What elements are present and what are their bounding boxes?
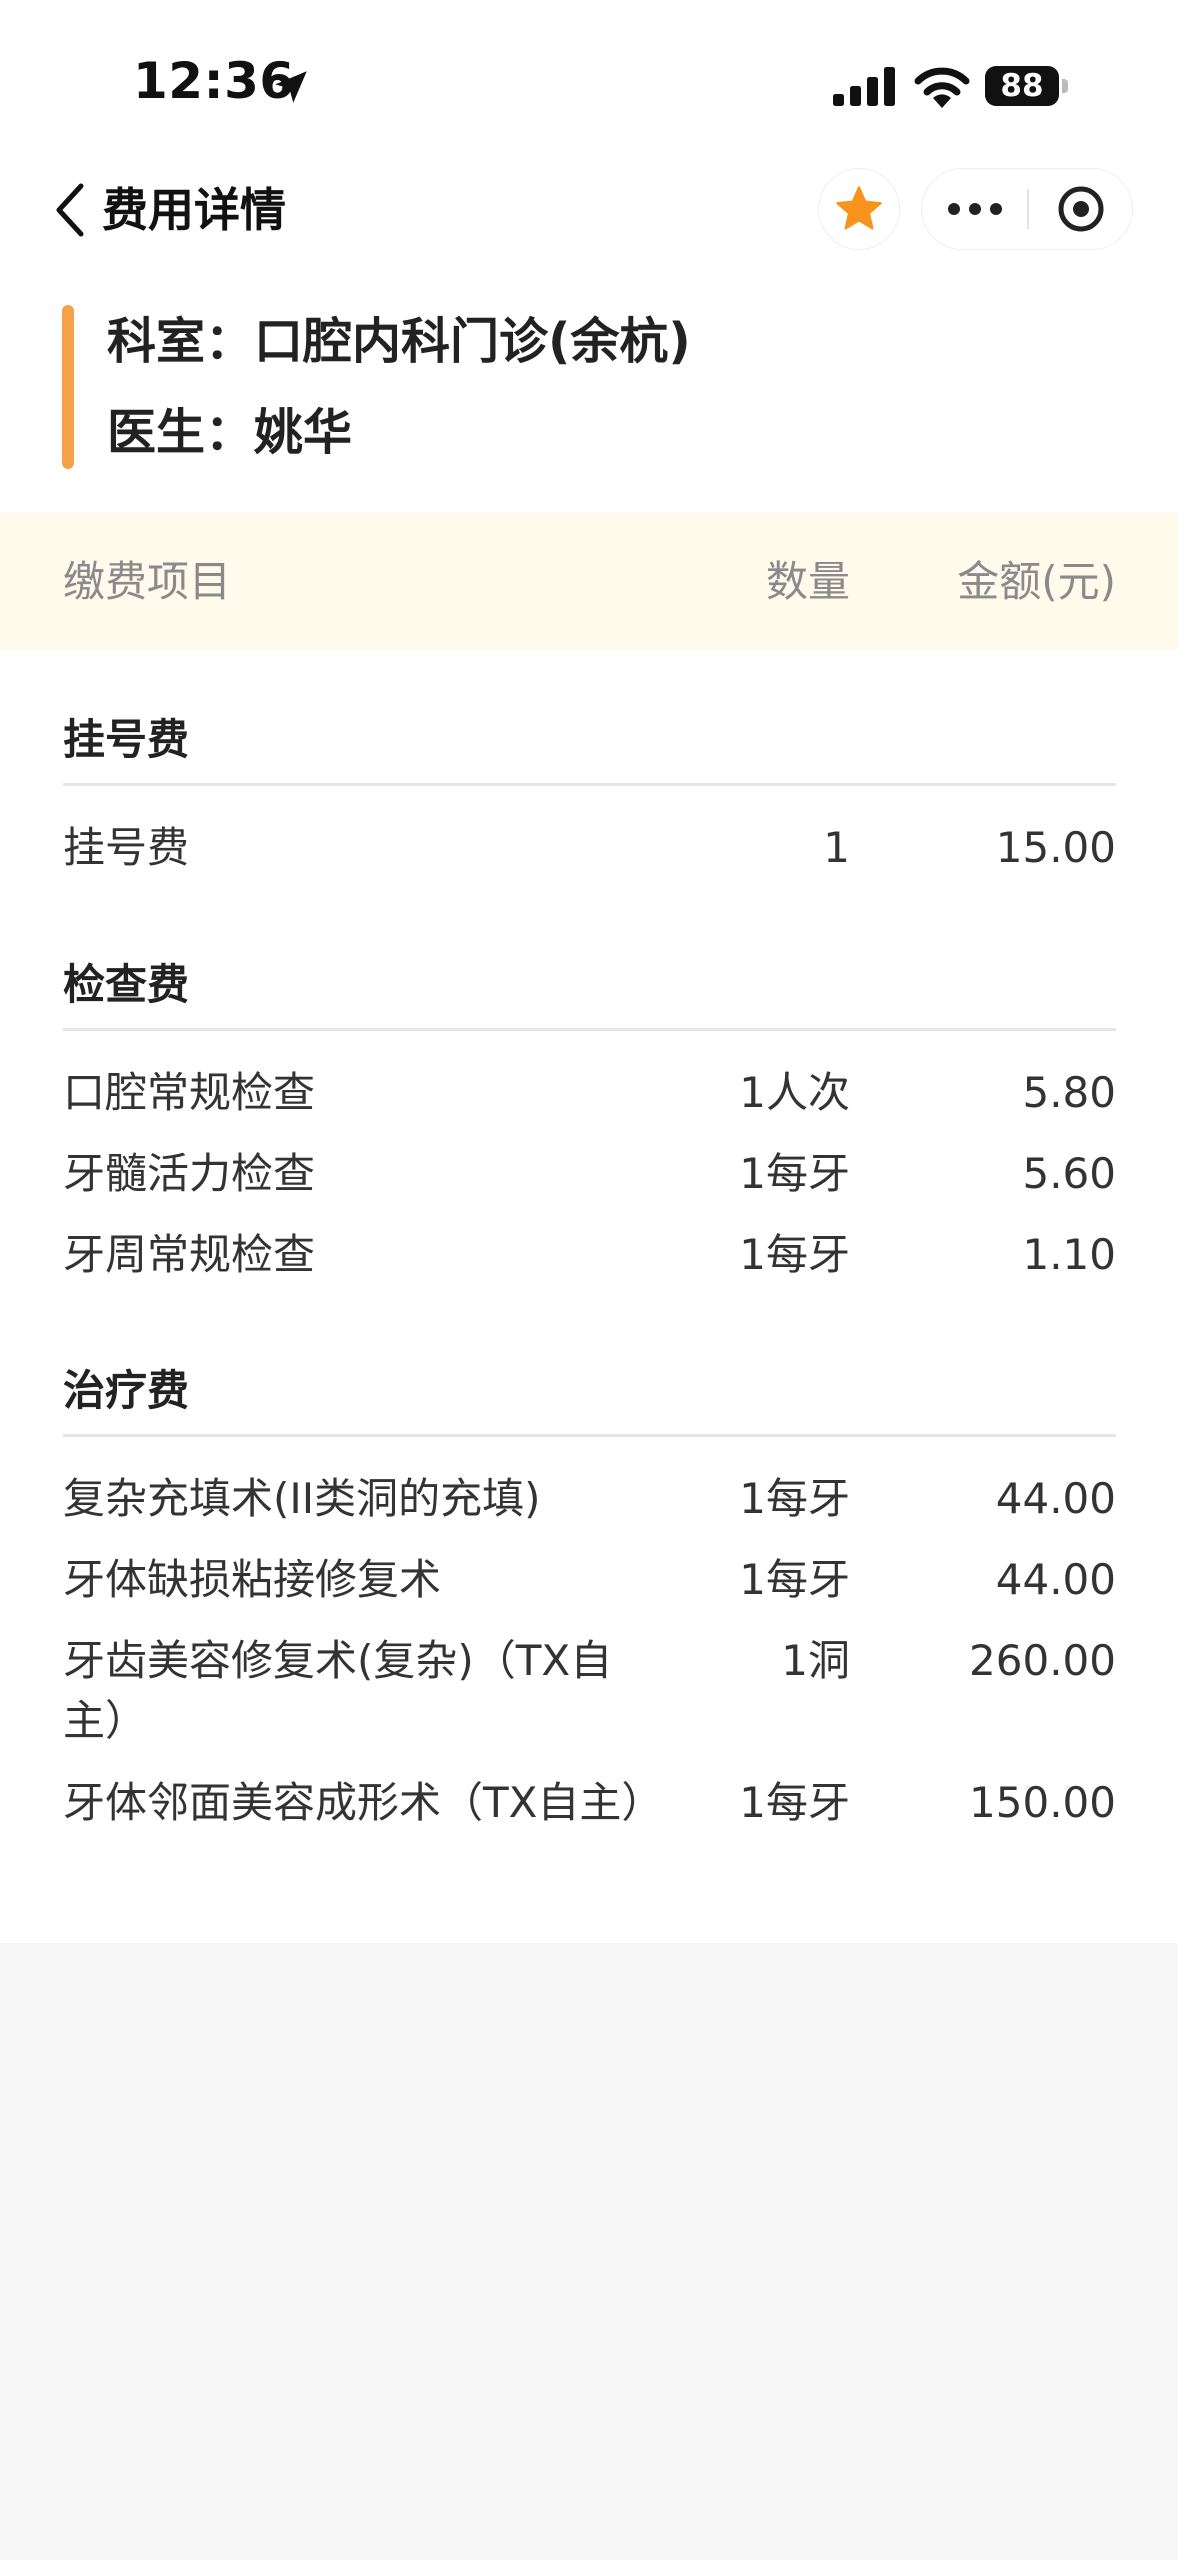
close-button[interactable] bbox=[1029, 169, 1132, 249]
miniapp-capsule bbox=[921, 168, 1133, 250]
section-title-registration: 挂号费 bbox=[63, 715, 190, 764]
info-accent-bar bbox=[62, 305, 74, 469]
section-divider bbox=[63, 1434, 1116, 1437]
location-arrow-icon bbox=[275, 71, 307, 103]
row-qty: 1 bbox=[823, 823, 850, 872]
row-amount: 44.00 bbox=[995, 1555, 1116, 1604]
more-dots-icon bbox=[947, 203, 1002, 215]
row-qty: 1每牙 bbox=[739, 1474, 850, 1523]
row-amount: 44.00 bbox=[995, 1474, 1116, 1523]
row-name: 挂号费 bbox=[63, 823, 190, 872]
row-qty: 1每牙 bbox=[739, 1555, 850, 1604]
section-divider bbox=[63, 783, 1116, 786]
header-item: 缴费项目 bbox=[63, 557, 232, 606]
row-amount: 260.00 bbox=[969, 1636, 1116, 1685]
doctor-label: 医生：姚华 bbox=[107, 404, 353, 461]
section-divider bbox=[63, 1028, 1116, 1031]
wifi-icon bbox=[914, 67, 970, 108]
table-header: 缴费项目 数量 金额(元) bbox=[0, 513, 1178, 650]
row-qty: 1每牙 bbox=[739, 1230, 850, 1279]
row-name: 口腔常规检查 bbox=[63, 1068, 316, 1117]
battery-icon: 88 bbox=[985, 66, 1069, 106]
battery-level: 88 bbox=[985, 66, 1059, 106]
chevron-left-icon bbox=[56, 183, 84, 237]
row-name: 牙齿美容修复术(复杂)（TX自主） bbox=[63, 1636, 613, 1745]
favorite-button[interactable] bbox=[818, 168, 900, 250]
row-qty: 1每牙 bbox=[739, 1149, 850, 1198]
page-title: 费用详情 bbox=[102, 183, 286, 237]
signal-icon bbox=[833, 67, 895, 106]
close-circle-icon bbox=[1058, 186, 1103, 232]
department-label: 科室：口腔内科门诊(余杭) bbox=[107, 313, 691, 370]
row-qty: 1洞 bbox=[781, 1636, 850, 1685]
section-title-treatment: 治疗费 bbox=[63, 1366, 190, 1415]
more-button[interactable] bbox=[922, 169, 1027, 249]
row-amount: 150.00 bbox=[969, 1778, 1116, 1827]
row-name: 牙周常规检查 bbox=[63, 1230, 316, 1279]
star-icon bbox=[836, 186, 882, 230]
header-qty: 数量 bbox=[765, 557, 850, 606]
row-amount: 1.10 bbox=[1022, 1230, 1116, 1279]
row-qty: 1人次 bbox=[739, 1068, 850, 1117]
header-amount: 金额(元) bbox=[957, 557, 1116, 606]
row-amount: 15.00 bbox=[995, 823, 1116, 872]
status-bar: 12:36 88 bbox=[0, 0, 1178, 150]
row-name: 复杂充填术(II类洞的充填) bbox=[63, 1474, 541, 1523]
section-title-examination: 检查费 bbox=[63, 960, 190, 1009]
row-amount: 5.60 bbox=[1022, 1149, 1116, 1198]
row-amount: 5.80 bbox=[1022, 1068, 1116, 1117]
row-name: 牙体缺损粘接修复术 bbox=[63, 1555, 442, 1604]
row-qty: 1每牙 bbox=[739, 1778, 850, 1827]
row-name: 牙体邻面美容成形术（TX自主） bbox=[63, 1778, 664, 1827]
battery-tip bbox=[1062, 79, 1068, 93]
back-button[interactable] bbox=[50, 180, 90, 240]
row-name: 牙髓活力检查 bbox=[63, 1149, 316, 1198]
